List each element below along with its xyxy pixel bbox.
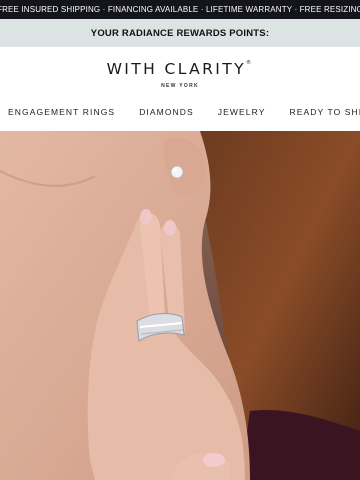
promo-text: FREE INSURED SHIPPING · FINANCING AVAILA…	[0, 5, 360, 14]
nav-jewelry[interactable]: JEWELRY	[218, 107, 266, 117]
nav-diamonds[interactable]: DIAMONDS	[139, 107, 194, 117]
nav-engagement-rings[interactable]: ENGAGEMENT RINGS	[8, 107, 115, 117]
brand-location: NEW YORK	[161, 83, 199, 89]
main-navigation: ENGAGEMENT RINGS DIAMONDS JEWELRY READY …	[0, 96, 360, 128]
nav-ready-to-ship[interactable]: READY TO SHIP	[290, 107, 360, 117]
rewards-banner[interactable]: YOUR RADIANCE REWARDS POINTS:	[0, 19, 360, 47]
rewards-text: YOUR RADIANCE REWARDS POINTS:	[90, 27, 270, 39]
hero-image[interactable]	[0, 131, 360, 480]
brand-name: WITH CLARITY®	[106, 60, 254, 78]
trademark-symbol: ®	[246, 60, 254, 66]
promo-banner: FREE INSURED SHIPPING · FINANCING AVAILA…	[0, 0, 360, 19]
earring-icon	[170, 165, 184, 179]
hero-illustration	[0, 131, 360, 480]
brand-logo[interactable]: WITH CLARITY® NEW YORK	[0, 47, 360, 95]
